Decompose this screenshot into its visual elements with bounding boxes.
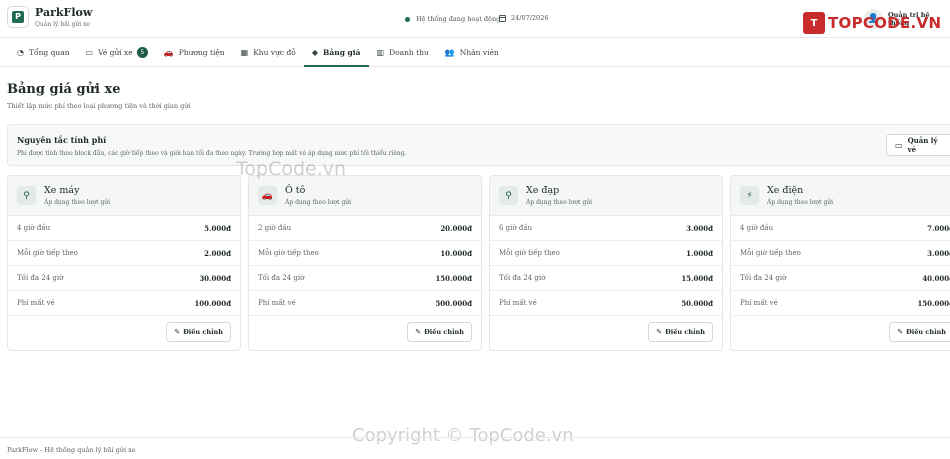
- app-header: P ParkFlow Quản lý bãi gửi xe Hệ thống đ…: [0, 0, 950, 38]
- watermark-logo: T TOPCODE.VN: [803, 12, 941, 34]
- price-row: 4 giờ đầu 5.000đ: [8, 216, 240, 241]
- tab-tickets[interactable]: ▭ Vé gửi xe 5: [78, 39, 156, 66]
- price-row: 6 giờ đầu 3.000đ: [490, 216, 722, 241]
- card-description: Áp dụng theo lượt gửi: [767, 199, 834, 206]
- tab-parking-zones[interactable]: ▦ Khu vực đỗ: [233, 39, 304, 66]
- date-text: 24/07/2026: [511, 14, 549, 22]
- app-tagline: Quản lý bãi gửi xe: [35, 21, 91, 28]
- tab-pricing[interactable]: ◆ Bảng giá: [303, 39, 369, 67]
- price-row: Tối đa 24 giờ 150.000đ: [249, 266, 481, 291]
- users-icon: 👥: [444, 48, 455, 57]
- app-footer: ParkFlow - Hệ thống quản lý bãi gửi xe: [0, 437, 950, 459]
- brand[interactable]: P ParkFlow Quản lý bãi gửi xe: [7, 6, 92, 28]
- gauge-icon: ◔: [17, 48, 24, 57]
- app-name: ParkFlow: [35, 6, 93, 19]
- footer-text: ParkFlow - Hệ thống quản lý bãi gửi xe: [7, 446, 136, 454]
- system-status: Hệ thống đang hoạt động: [405, 15, 500, 23]
- price-row: Phí mất vé 100.000đ: [8, 291, 240, 316]
- card-description: Áp dụng theo lượt gửi: [285, 199, 352, 206]
- status-text: Hệ thống đang hoạt động: [416, 15, 501, 23]
- motorbike-icon: ⚲: [17, 186, 36, 205]
- price-row: Tối đa 24 giờ 15.000đ: [490, 266, 722, 291]
- map-icon: ▦: [240, 48, 249, 57]
- card-description: Áp dụng theo lượt gửi: [44, 199, 111, 206]
- ticket-icon: ▭: [85, 48, 94, 57]
- status-dot-icon: [405, 16, 410, 22]
- card-description: Áp dụng theo lượt gửi: [526, 199, 593, 206]
- watermark-logo-icon: T: [803, 12, 825, 34]
- pricing-card-motorbike: ⚲ Xe máy Áp dụng theo lượt gửi 4 giờ đầu…: [7, 175, 241, 351]
- pencil-icon: ✎: [415, 328, 422, 336]
- price-row: Phí mất vé 500.000đ: [249, 291, 481, 316]
- pricing-card-ebike: ⚡ Xe điện Áp dụng theo lượt gửi 4 giờ đầ…: [730, 175, 950, 351]
- price-row: Phí mất vé 50.000đ: [490, 291, 722, 316]
- chart-icon: ▥: [376, 48, 385, 57]
- price-row: Tối đa 24 giờ 30.000đ: [8, 266, 240, 291]
- rules-text: Phí được tính theo block đầu, các giờ ti…: [17, 150, 407, 157]
- price-row: Tối đa 24 giờ40.000đ: [731, 266, 950, 291]
- page-title: Bảng giá gửi xe: [7, 82, 121, 97]
- car-icon: 🚗: [163, 48, 174, 57]
- price-row: Mỗi giờ tiếp theo 2.000đ: [8, 241, 240, 266]
- edit-car-pricing-button[interactable]: ✎ Điều chỉnh: [407, 322, 472, 342]
- price-row: Mỗi giờ tiếp theo 1.000đ: [490, 241, 722, 266]
- tag-icon: ◆: [311, 48, 319, 57]
- pencil-icon: ✎: [897, 328, 904, 336]
- price-row: 2 giờ đầu 20.000đ: [249, 216, 481, 241]
- card-title: Ô tô: [285, 185, 306, 196]
- brand-logo: P: [7, 6, 29, 28]
- card-title: Xe điện: [767, 185, 804, 196]
- edit-motorbike-pricing-button[interactable]: ✎ Điều chỉnh: [166, 322, 231, 342]
- card-title: Xe máy: [44, 185, 80, 196]
- pencil-icon: ✎: [656, 328, 663, 336]
- main-nav: ◔ Tổng quan ▭ Vé gửi xe 5 🚗 Phương tiện …: [0, 39, 950, 67]
- bolt-icon: ⚡: [740, 186, 759, 205]
- calendar-icon: [499, 14, 506, 22]
- car-icon: 🚗: [258, 186, 277, 205]
- pricing-card-bicycle: ⚲ Xe đạp Áp dụng theo lượt gửi 6 giờ đầu…: [489, 175, 723, 351]
- price-row: 4 giờ đầu7.000đ: [731, 216, 950, 241]
- current-date: 24/07/2026: [499, 14, 548, 22]
- edit-ebike-pricing-button[interactable]: ✎ Điều chỉnh: [889, 322, 950, 342]
- parking-icon: P: [12, 11, 24, 23]
- tab-staff[interactable]: 👥 Nhân viên: [437, 39, 507, 66]
- price-row: Mỗi giờ tiếp theo 10.000đ: [249, 241, 481, 266]
- tab-vehicles[interactable]: 🚗 Phương tiện: [156, 39, 233, 66]
- pricing-card-car: 🚗 Ô tô Áp dụng theo lượt gửi 2 giờ đầu 20…: [248, 175, 482, 351]
- tab-overview[interactable]: ◔ Tổng quan: [9, 39, 78, 66]
- edit-bicycle-pricing-button[interactable]: ✎ Điều chỉnh: [648, 322, 713, 342]
- page-subtitle: Thiết lập mức phí theo loại phương tiện …: [7, 102, 191, 110]
- price-row: Mỗi giờ tiếp theo3.000đ: [731, 241, 950, 266]
- bicycle-icon: ⚲: [499, 186, 518, 205]
- ticket-icon: ▭: [895, 140, 903, 150]
- tab-revenue[interactable]: ▥ Doanh thu: [369, 39, 437, 66]
- pencil-icon: ✎: [174, 328, 181, 336]
- manage-tickets-button[interactable]: ▭ Quản lý vé: [886, 134, 950, 156]
- tickets-count-badge: 5: [136, 47, 148, 58]
- pricing-rules-panel: Nguyên tắc tính phí Phí được tính theo b…: [7, 124, 950, 166]
- watermark-logo-text: TOPCODE.VN: [828, 14, 942, 32]
- card-title: Xe đạp: [526, 185, 560, 196]
- rules-title: Nguyên tắc tính phí: [17, 135, 107, 145]
- price-row: Phí mất vé150.000đ: [731, 291, 950, 316]
